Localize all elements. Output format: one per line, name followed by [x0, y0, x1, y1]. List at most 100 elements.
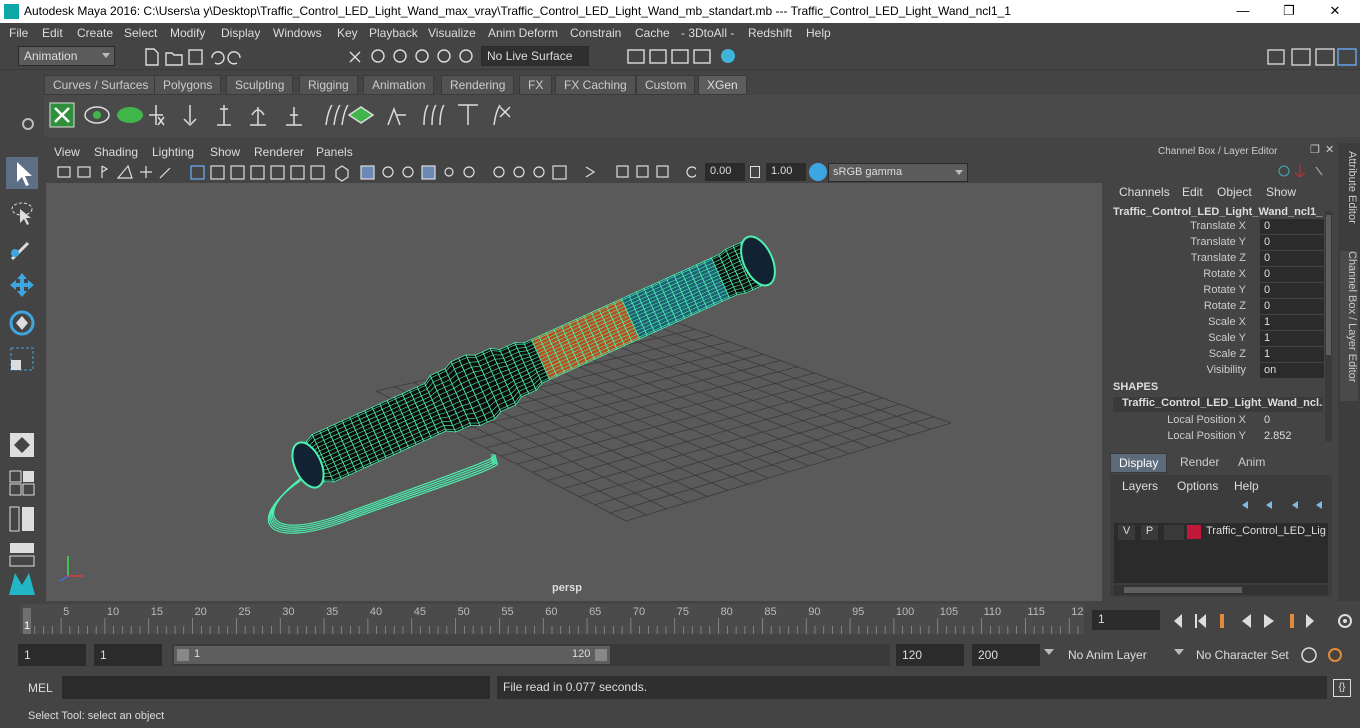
groom-brush-icon[interactable] — [325, 104, 349, 126]
layer-visibility-toggle[interactable]: V — [1118, 525, 1135, 540]
view-transform-dropdown[interactable]: sRGB gamma — [828, 163, 968, 182]
new-empty-layer-icon[interactable] — [1292, 501, 1298, 509]
snap-surface-icon[interactable] — [437, 49, 451, 63]
animation-end-field[interactable]: 200 — [972, 644, 1040, 666]
play-backwards-icon[interactable] — [1242, 614, 1251, 628]
channel-value[interactable]: 0 — [1260, 219, 1324, 234]
attribute-editor-toggle-icon[interactable] — [1291, 48, 1311, 66]
exposure-field[interactable]: 0.00 — [705, 163, 745, 181]
command-input[interactable] — [62, 676, 490, 699]
rotate-tool-icon[interactable] — [6, 307, 38, 339]
lasso-tool-icon[interactable] — [6, 197, 38, 229]
film-gate-icon[interactable] — [210, 165, 225, 180]
select-guides-icon[interactable] — [183, 105, 197, 127]
channel-box-scrollbar[interactable] — [1325, 211, 1332, 441]
channel-row[interactable]: Visibility on — [1106, 363, 1324, 379]
channel-label[interactable]: Translate X — [1190, 220, 1246, 232]
channel-label[interactable]: Translate Z — [1191, 252, 1246, 264]
use-all-lights-icon[interactable] — [444, 167, 454, 177]
layer-menu-options[interactable]: Options — [1177, 479, 1218, 493]
shape-node-name[interactable]: Traffic_Control_LED_Light_Wand_ncl... — [1113, 397, 1323, 412]
tab-attribute-editor[interactable]: Attribute Editor — [1340, 151, 1358, 241]
xray-joints-icon[interactable] — [616, 165, 629, 178]
tab-display[interactable]: Display — [1110, 453, 1168, 473]
channel-value[interactable]: 2.852 — [1260, 429, 1324, 444]
grid-toggle-icon[interactable] — [190, 165, 205, 180]
channel-row[interactable]: Translate Z 0 — [1106, 251, 1324, 267]
range-end-handle[interactable] — [595, 649, 607, 661]
auto-key-toggle-icon[interactable] — [1328, 648, 1342, 662]
channel-value[interactable]: 0 — [1260, 235, 1324, 250]
tab-custom[interactable]: Custom — [636, 75, 696, 95]
maximize-button[interactable]: ❐ — [1266, 0, 1312, 23]
channel-label[interactable]: Scale Y — [1208, 332, 1246, 344]
play-forwards-icon[interactable] — [1264, 614, 1274, 628]
step-back-key-icon[interactable] — [1220, 614, 1224, 628]
cb-menu-object[interactable]: Object — [1217, 185, 1252, 199]
textured-icon[interactable] — [421, 165, 436, 180]
channel-label[interactable]: Local Position Y — [1167, 430, 1246, 442]
animation-start-field[interactable]: 1 — [18, 644, 86, 666]
move-layer-down-icon[interactable] — [1266, 501, 1272, 509]
xray-active-icon[interactable] — [636, 165, 649, 178]
scale-tool-icon[interactable] — [6, 343, 38, 375]
channel-value[interactable]: 0 — [1260, 283, 1324, 298]
channel-label[interactable]: Rotate Z — [1204, 300, 1246, 312]
channel-value[interactable]: 0 — [1260, 413, 1324, 428]
save-scene-icon[interactable] — [188, 49, 203, 65]
current-frame-field[interactable]: 1 — [1092, 610, 1160, 630]
groom-grab-icon[interactable] — [423, 104, 445, 126]
bookmark-icon[interactable] — [101, 165, 109, 178]
menu-3dtoall[interactable]: - 3DtoAll - — [681, 26, 734, 40]
manipulator-icon[interactable] — [1278, 165, 1290, 177]
menu-edit[interactable]: Edit — [42, 26, 63, 40]
shape-channel-row[interactable]: Local Position Y 2.852 — [1106, 429, 1324, 445]
tab-fx-caching[interactable]: FX Caching — [555, 75, 636, 95]
playback-end-field[interactable]: 120 — [896, 644, 964, 666]
maya-home-logo-icon[interactable] — [6, 567, 38, 599]
camera-select-icon[interactable] — [57, 166, 71, 178]
cb-menu-channels[interactable]: Channels — [1119, 185, 1170, 199]
animation-preferences-icon[interactable] — [1334, 610, 1356, 632]
shadows-icon[interactable] — [463, 166, 475, 178]
layer-name[interactable]: Traffic_Control_LED_Light_Wand — [1206, 525, 1326, 537]
chevron-down-icon[interactable] — [1174, 649, 1184, 655]
isolate-select-icon[interactable] — [585, 166, 596, 178]
go-to-start-icon[interactable] — [1172, 614, 1182, 628]
tab-xgen[interactable]: XGen — [698, 75, 747, 95]
range-bar[interactable]: 1 120 — [172, 644, 890, 666]
close-panel-icon[interactable]: ✕ — [1325, 143, 1334, 156]
hyper-icon[interactable] — [1315, 166, 1323, 176]
minimize-button[interactable]: — — [1220, 0, 1266, 23]
xgen-create-description-icon[interactable] — [117, 107, 143, 123]
channel-value[interactable]: 1 — [1260, 331, 1324, 346]
delete-guides-icon[interactable] — [493, 104, 511, 126]
smooth-shade-icon[interactable] — [360, 165, 375, 180]
step-back-frame-icon[interactable] — [1198, 614, 1206, 628]
xray-icon[interactable] — [402, 166, 414, 178]
vp-menu-show[interactable]: Show — [210, 145, 240, 159]
step-forward-key-icon[interactable] — [1290, 614, 1294, 628]
gamma-field[interactable]: 1.00 — [766, 163, 806, 181]
snap-point-icon[interactable] — [415, 49, 429, 63]
groom-density-icon[interactable] — [347, 106, 375, 124]
go-to-end-icon[interactable] — [1306, 614, 1316, 628]
undo-icon[interactable] — [211, 51, 225, 65]
ipr-render-icon[interactable] — [671, 49, 689, 64]
shelf-settings-gear-icon[interactable] — [22, 118, 34, 130]
channel-label[interactable]: Rotate Y — [1203, 284, 1246, 296]
channel-row[interactable]: Scale Y 1 — [1106, 331, 1324, 347]
channel-label[interactable]: Translate Y — [1190, 236, 1246, 248]
2d-pan-zoom-icon[interactable] — [140, 166, 152, 178]
outliner-layout-icon[interactable] — [6, 503, 38, 535]
layer-color-swatch[interactable] — [1187, 525, 1201, 539]
script-language-label[interactable]: MEL — [28, 681, 53, 695]
grease-pencil-icon[interactable] — [159, 167, 171, 179]
select-by-hierarchy-icon[interactable] — [349, 51, 361, 63]
channel-label[interactable]: Scale X — [1208, 316, 1246, 328]
menu-visualize[interactable]: Visualize — [428, 26, 476, 40]
wireframe-icon[interactable] — [335, 165, 349, 182]
shape-channel-row[interactable]: Local Position X 0 — [1106, 413, 1324, 429]
field-chart-icon[interactable] — [270, 165, 285, 180]
channel-value[interactable]: 0 — [1260, 251, 1324, 266]
